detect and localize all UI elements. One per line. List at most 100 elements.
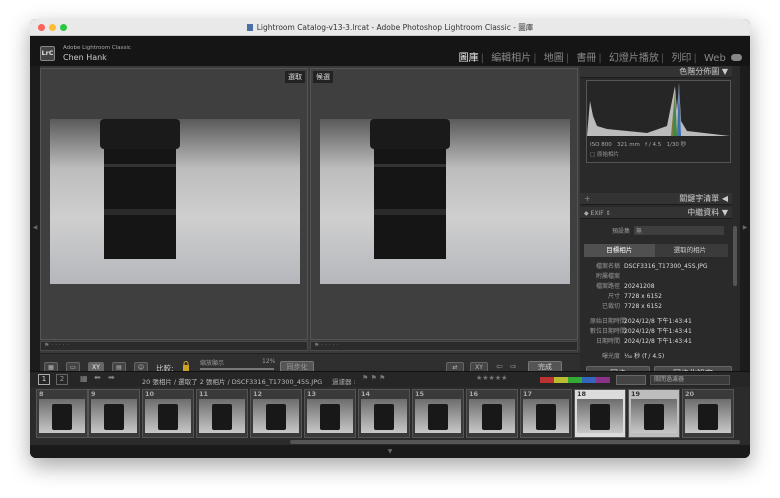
module-map[interactable]: 地圖 <box>544 53 564 64</box>
filmstrip-cell[interactable]: 16 <box>466 389 518 438</box>
preset-select[interactable]: 無 <box>634 226 724 235</box>
thumbnail <box>39 399 85 433</box>
select-flag-bar[interactable]: ⚑ · · · · · <box>40 341 308 351</box>
thumbnail <box>91 399 137 433</box>
thumbnail <box>253 399 299 433</box>
module-library[interactable]: 圖庫 <box>459 53 479 64</box>
field-folder: 檔案路徑 20241208 <box>595 283 655 290</box>
grid-icon[interactable]: ▦ <box>80 374 88 383</box>
module-book[interactable]: 書冊 <box>576 53 596 64</box>
module-develop[interactable]: 編輯相片 <box>491 53 531 64</box>
thumbnail <box>199 399 245 433</box>
metadata-header[interactable]: ◆ EXIF ⇕ 中繼資料 ▼ <box>580 207 732 219</box>
field-digitized-date: 數位日期時間2024/12/8 下午1:43:41 <box>590 328 692 335</box>
candidate-tag: 候選 <box>313 71 333 83</box>
lens-image <box>100 119 180 259</box>
filmstrip-cell[interactable]: 15 <box>412 389 464 438</box>
histogram-header[interactable]: 色階分佈圖 ▼ <box>580 66 732 78</box>
field-cropped: 已裁切 7728 x 6152 <box>601 303 662 310</box>
right-panel-collapse-icon[interactable]: ▶ <box>740 66 750 389</box>
lock-icon[interactable] <box>182 361 190 371</box>
right-panel: 色階分佈圖 ▼ ISO 800 321 mm f / 4.5 1/30 秒 □ … <box>580 66 740 389</box>
color-label-filter[interactable] <box>540 377 610 383</box>
tab-selected-photos[interactable]: 選取的相片 <box>655 244 726 257</box>
candidate-flag-bar[interactable]: ⚑ · · · · · <box>310 341 578 351</box>
zoom-label: 縮放顯示 <box>200 360 225 367</box>
right-panel-scrollbar[interactable] <box>733 226 737 286</box>
preset-row: 預設集無 <box>600 226 724 235</box>
filmstrip-scrollbar[interactable] <box>290 440 740 444</box>
flag-filter-icons[interactable]: ⚑ ⚑ ⚑ <box>362 374 385 382</box>
thumbnail <box>631 399 677 433</box>
histogram-graph <box>587 83 730 136</box>
thumbnail <box>523 399 569 433</box>
filter-label: 過濾器 : <box>332 378 356 386</box>
filmstrip-cell[interactable]: 8 <box>36 389 88 438</box>
filmstrip-cell[interactable]: 11 <box>196 389 248 438</box>
filmstrip-cell[interactable]: 9 <box>88 389 140 438</box>
filmstrip-bar: 1 2 ▦ ⬅ ➡ 20 張相片 / 選取了 2 張相片 / DSCF3316_… <box>30 371 750 387</box>
module-picker: 圖庫 | 編輯相片 | 地圖 | 書冊 | 幻燈片播放 | 列印 | Web <box>457 49 742 64</box>
identity-plate: LrC Adobe Lightroom Classic Chen Hank 圖庫… <box>30 36 750 66</box>
filmstrip-cell-selected[interactable]: 19 <box>628 389 680 438</box>
thumbnail <box>469 399 515 433</box>
product-name: Adobe Lightroom Classic <box>63 45 131 51</box>
identity-text: Adobe Lightroom Classic Chen Hank <box>63 44 131 62</box>
second-window-button[interactable]: 2 <box>56 374 68 385</box>
user-name: Chen Hank <box>63 53 107 62</box>
filmstrip-cell[interactable]: 12 <box>250 389 302 438</box>
thumbnail <box>685 399 731 433</box>
module-slideshow[interactable]: 幻燈片播放 <box>609 53 659 64</box>
filter-preset-icon[interactable] <box>616 375 646 385</box>
zoom-slider[interactable] <box>200 368 274 370</box>
rating-filter-stars[interactable]: ★★★★★ <box>476 374 507 382</box>
thumbnail <box>577 399 623 433</box>
thumbnail <box>145 399 191 433</box>
app-window: Lightroom Catalog-v13-3.lrcat - Adobe Ph… <box>30 19 750 458</box>
filmstrip-cell[interactable]: 14 <box>358 389 410 438</box>
window-title: Lightroom Catalog-v13-3.lrcat - Adobe Ph… <box>30 22 750 33</box>
thumbnail <box>307 399 353 433</box>
field-filename: 檔案名稱 DSCF3316_T17300_45S.JPG <box>595 263 708 270</box>
module-print[interactable]: 列印 <box>671 53 691 64</box>
main-window-button[interactable]: 1 <box>38 374 50 385</box>
metadata-tabs: 目標相片 選取的相片 <box>584 244 728 257</box>
source-path[interactable]: 20 張相片 / 選取了 2 張相片 / DSCF3316_T17300_45S… <box>142 376 322 386</box>
field-sidecar: 附屬檔案 <box>595 273 620 280</box>
next-photo-icon[interactable]: ⇨ <box>510 362 517 371</box>
histogram: ISO 800 321 mm f / 4.5 1/30 秒 □ 原始相片 <box>586 80 731 163</box>
cloud-sync-icon[interactable] <box>731 54 742 61</box>
original-photo-checkbox[interactable]: □ 原始相片 <box>590 150 619 158</box>
filmstrip: 8 9 10 11 12 13 14 15 16 17 18 19 20 <box>30 387 750 445</box>
zoom-value: 12% <box>262 358 276 365</box>
thumbnail <box>415 399 461 433</box>
select-photo <box>50 119 300 284</box>
filmstrip-cell[interactable]: 20 <box>682 389 734 438</box>
filmstrip-cell[interactable]: 17 <box>520 389 572 438</box>
filmstrip-cell[interactable]: 10 <box>142 389 194 438</box>
lrc-logo: LrC <box>40 46 55 61</box>
document-icon <box>246 24 253 31</box>
select-pane[interactable]: 選取 <box>40 68 308 340</box>
filmstrip-collapse-icon[interactable]: ▼ <box>30 445 750 458</box>
keywords-header[interactable]: + 關鍵字清單 ◀ <box>580 193 732 205</box>
filmstrip-cell[interactable]: 13 <box>304 389 356 438</box>
field-exposure: 曝光度 ¹⁄₃₀ 秒 (f / 4.5) <box>601 353 665 360</box>
forward-icon[interactable]: ➡ <box>108 373 115 382</box>
compare-view: 選取 候選 ⚑ · · · · · ⚑ · · · · · ▦ ▭ XY ▤ ☺… <box>40 66 580 389</box>
candidate-pane[interactable]: 候選 <box>310 68 578 340</box>
select-tag: 選取 <box>285 71 305 83</box>
title-bar: Lightroom Catalog-v13-3.lrcat - Adobe Ph… <box>30 19 750 36</box>
filter-dropdown[interactable]: 關閉過濾器 <box>650 375 730 385</box>
thumbnail <box>361 399 407 433</box>
back-icon[interactable]: ⬅ <box>94 373 101 382</box>
tab-target-photo[interactable]: 目標相片 <box>584 244 655 257</box>
metadata-preset-dropdown[interactable]: ◆ EXIF ⇕ <box>584 210 611 217</box>
left-panel-collapse-icon[interactable]: ◀ <box>30 66 40 389</box>
field-original-date: 原始日期時間2024/12/8 下午1:43:41 <box>590 318 692 325</box>
field-date-time: 日期時間 2024/12/8 下午1:43:41 <box>595 338 692 345</box>
candidate-photo <box>320 119 570 284</box>
filmstrip-cell-selected[interactable]: 18 <box>574 389 626 438</box>
prev-photo-icon[interactable]: ⇦ <box>496 362 503 371</box>
module-web[interactable]: Web <box>704 53 726 64</box>
